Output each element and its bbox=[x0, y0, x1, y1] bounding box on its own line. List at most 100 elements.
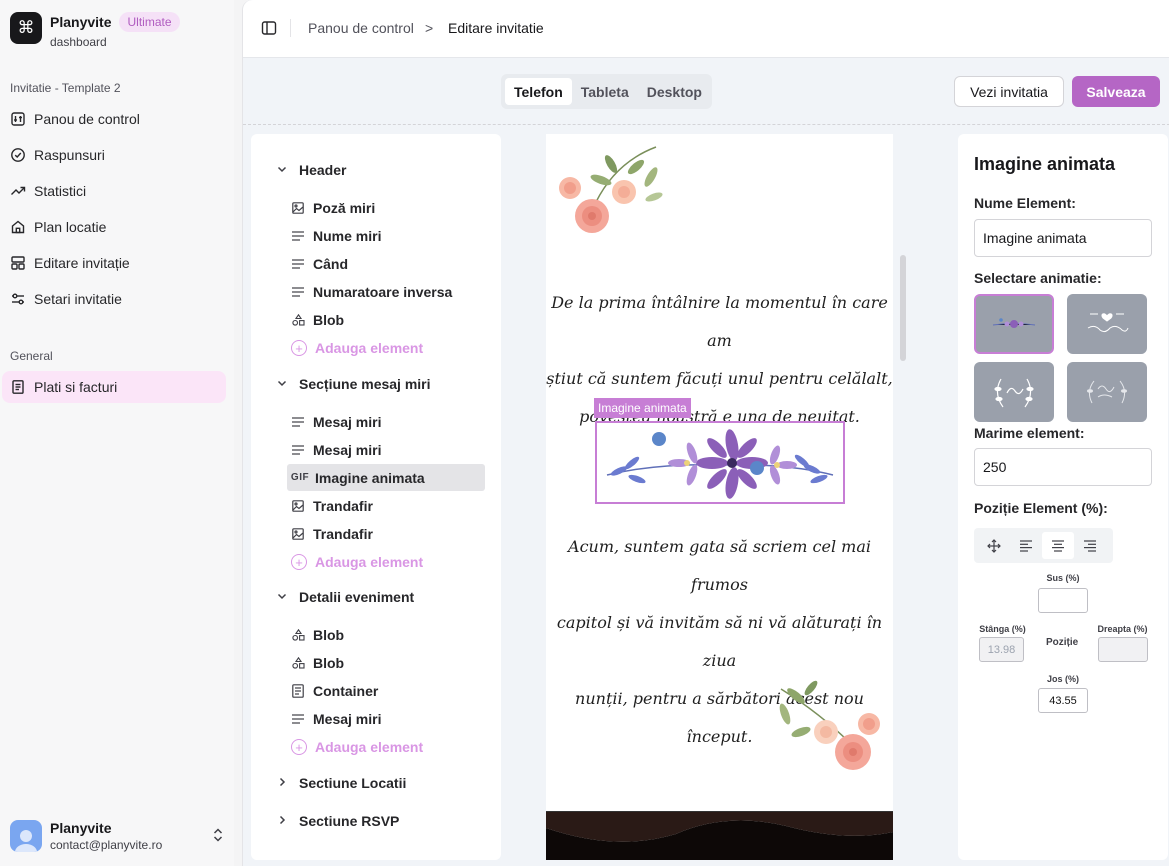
left-offset-label: Stânga (%) bbox=[979, 624, 1026, 634]
add-element-label: Adauga element bbox=[315, 340, 424, 356]
move-icon[interactable] bbox=[978, 532, 1010, 559]
plus-circle-icon: + bbox=[291, 739, 307, 755]
animation-option-leaves[interactable] bbox=[1067, 362, 1147, 422]
tree-item[interactable]: Numaratoare inversa bbox=[287, 278, 485, 305]
top-offset-input[interactable] bbox=[1038, 588, 1088, 613]
sidebar-item-label: Raspunsuri bbox=[34, 147, 105, 163]
right-offset-input[interactable] bbox=[1098, 637, 1148, 662]
sidebar-item-dashboard[interactable]: Panou de control bbox=[2, 103, 226, 135]
animation-option-floral[interactable] bbox=[974, 294, 1054, 354]
tree-section-message[interactable]: Secțiune mesaj miri bbox=[277, 376, 431, 392]
chevron-down-icon bbox=[277, 378, 289, 391]
shapes-icon bbox=[291, 656, 305, 669]
alignment-group bbox=[974, 528, 1113, 563]
bottom-offset-input[interactable]: 43.55 bbox=[1038, 688, 1088, 713]
sidebar-item-invitation-settings[interactable]: Setari invitatie bbox=[2, 283, 226, 315]
align-right-icon[interactable] bbox=[1074, 532, 1106, 559]
tree-item[interactable]: Trandafir bbox=[287, 492, 485, 519]
tree-item[interactable]: Container bbox=[287, 677, 485, 704]
text-icon bbox=[291, 713, 305, 724]
tree-section-locations[interactable]: Sectiune Locatii bbox=[277, 775, 406, 791]
text-icon bbox=[291, 416, 305, 427]
brand-name: Planyvite bbox=[50, 14, 112, 30]
image-icon bbox=[291, 201, 305, 214]
image-icon bbox=[291, 499, 305, 512]
tree-item-label: Mesaj miri bbox=[313, 710, 382, 727]
element-name-input[interactable]: Imagine animata bbox=[974, 219, 1152, 257]
settings-sliders-icon bbox=[10, 291, 26, 307]
selection-label: Imagine animata bbox=[594, 398, 691, 418]
tab-tablet[interactable]: Tableta bbox=[572, 78, 638, 105]
tree-item[interactable]: Blob bbox=[287, 621, 485, 648]
size-label: Marime element: bbox=[974, 425, 1085, 441]
breadcrumb-separator: > bbox=[425, 20, 434, 36]
tree-item[interactable]: Mesaj miri bbox=[287, 436, 485, 463]
animation-option-wedding[interactable] bbox=[1067, 294, 1147, 354]
text-icon bbox=[291, 286, 305, 297]
size-input[interactable]: 250 bbox=[974, 448, 1152, 486]
add-element-button[interactable]: + Adauga element bbox=[291, 340, 423, 356]
sidebar-item-location-plan[interactable]: Plan locatie bbox=[2, 211, 226, 243]
preview-scrollbar[interactable] bbox=[900, 255, 906, 361]
image-icon bbox=[291, 527, 305, 540]
brand[interactable]: ⌘ Planyvite Ultimate dashboard bbox=[10, 12, 180, 49]
view-invitation-button[interactable]: Vezi invitatia bbox=[954, 76, 1064, 107]
tree-section-label: Sectiune RSVP bbox=[299, 813, 400, 829]
divider bbox=[243, 124, 1169, 125]
user-menu[interactable]: Planyvite contact@planyvite.ro bbox=[10, 820, 224, 852]
trending-up-icon bbox=[10, 183, 26, 199]
tree-section-header[interactable]: Header bbox=[277, 162, 346, 178]
device-tabs: Telefon Tableta Desktop bbox=[501, 74, 712, 109]
tree-item-label: Mesaj miri bbox=[313, 441, 382, 458]
left-offset-input[interactable]: 13.98 bbox=[979, 637, 1024, 662]
tab-phone[interactable]: Telefon bbox=[505, 78, 572, 105]
rose-decoration-bottom[interactable] bbox=[771, 674, 886, 779]
tree-item[interactable]: Mesaj miri bbox=[287, 408, 485, 435]
sidebar-item-statistics[interactable]: Statistici bbox=[2, 175, 226, 207]
tree-item[interactable]: Blob bbox=[287, 649, 485, 676]
tree-item[interactable]: Trandafir bbox=[287, 520, 485, 547]
position-label: Poziție Element (%): bbox=[974, 500, 1108, 516]
top-offset-label: Sus (%) bbox=[1046, 573, 1080, 583]
invitation-preview[interactable]: De la prima întâlnire la momentul în car… bbox=[546, 134, 893, 860]
sidebar-item-label: Plati si facturi bbox=[34, 379, 118, 395]
next-section-preview[interactable] bbox=[546, 811, 893, 860]
tree-item[interactable]: Când bbox=[287, 250, 485, 277]
user-email: contact@planyvite.ro bbox=[50, 838, 163, 852]
sidebar-toggle-icon[interactable] bbox=[261, 20, 277, 36]
text-icon bbox=[291, 444, 305, 455]
tree-item[interactable]: Nume miri bbox=[287, 222, 485, 249]
tree-item-label: Blob bbox=[313, 626, 345, 643]
tree-section-label: Detalii eveniment bbox=[299, 589, 415, 605]
user-name: Planyvite bbox=[50, 820, 112, 836]
tree-item[interactable]: Mesaj miri bbox=[287, 705, 485, 732]
tree-item-selected[interactable]: GIF Imagine animata bbox=[287, 464, 485, 491]
tree-item[interactable]: Blob bbox=[287, 306, 485, 333]
tree-item-label: Nume miri bbox=[313, 227, 382, 244]
tree-section-label: Secțiune mesaj miri bbox=[299, 376, 431, 392]
tree-section-rsvp[interactable]: Sectiune RSVP bbox=[277, 813, 399, 829]
save-button[interactable]: Salveaza bbox=[1072, 76, 1160, 107]
animation-option-wreath[interactable] bbox=[974, 362, 1054, 422]
align-left-icon[interactable] bbox=[1010, 532, 1042, 559]
tree-section-event-details[interactable]: Detalii eveniment bbox=[277, 589, 414, 605]
tab-desktop[interactable]: Desktop bbox=[638, 78, 711, 105]
tree-item-label: Blob bbox=[313, 654, 345, 671]
sidebar-item-edit-invitation[interactable]: Editare invitație bbox=[2, 247, 226, 279]
chevron-right-icon bbox=[277, 815, 289, 828]
layout-icon bbox=[10, 255, 26, 271]
sidebar-item-payments[interactable]: Plati si facturi bbox=[2, 371, 226, 403]
plan-badge: Ultimate bbox=[119, 12, 180, 32]
sidebar-item-label: Setari invitatie bbox=[34, 291, 122, 307]
rose-decoration-top[interactable] bbox=[556, 142, 666, 243]
animation-label: Selectare animatie: bbox=[974, 270, 1102, 286]
breadcrumb-dashboard[interactable]: Panou de control bbox=[308, 20, 414, 36]
sidebar-item-responses[interactable]: Raspunsuri bbox=[2, 139, 226, 171]
add-element-button[interactable]: + Adauga element bbox=[291, 739, 423, 755]
avatar bbox=[10, 820, 42, 852]
tree-section-label: Sectiune Locatii bbox=[299, 775, 407, 791]
animated-image-selected[interactable] bbox=[595, 421, 845, 504]
add-element-button[interactable]: + Adauga element bbox=[291, 554, 423, 570]
align-center-icon[interactable] bbox=[1042, 532, 1074, 559]
tree-item[interactable]: Poză miri bbox=[287, 194, 485, 221]
